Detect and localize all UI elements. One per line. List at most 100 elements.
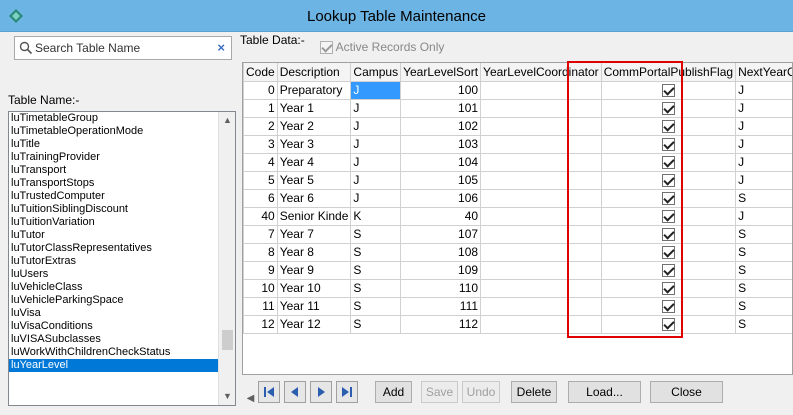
row-selector[interactable] <box>243 171 244 190</box>
publish-flag-checkbox[interactable] <box>661 300 675 314</box>
cell-commportalpublishflag[interactable] <box>601 99 737 118</box>
cell-commportalpublishflag[interactable] <box>601 135 737 154</box>
cell-yearlevelsort[interactable]: 105 <box>400 171 482 190</box>
cell-code[interactable]: 11 <box>243 297 278 316</box>
cell-yearlevelcoordinator[interactable] <box>480 261 602 280</box>
cell-description[interactable]: Year 6 <box>277 189 352 208</box>
cell-campus[interactable]: S <box>350 261 402 280</box>
cell-code[interactable]: 9 <box>243 261 278 280</box>
cell-yearlevelsort[interactable]: 106 <box>400 189 482 208</box>
cell-description[interactable]: Year 10 <box>277 279 352 298</box>
cell-code[interactable]: 4 <box>243 153 278 172</box>
cell-code[interactable]: 0 <box>243 81 278 100</box>
delete-button[interactable]: Delete <box>511 381 557 403</box>
scroll-left-icon[interactable]: ◀ <box>242 391 259 406</box>
cell-nextyearcampusmale[interactable]: J <box>735 117 792 136</box>
cell-description[interactable]: Year 5 <box>277 171 352 190</box>
cell-code[interactable]: 6 <box>243 189 278 208</box>
cell-nextyearcampusmale[interactable]: J <box>735 81 792 100</box>
row-selector[interactable] <box>243 189 244 208</box>
clear-search-icon[interactable]: × <box>217 40 225 55</box>
publish-flag-checkbox[interactable] <box>661 228 675 242</box>
cell-yearlevelcoordinator[interactable] <box>480 297 602 316</box>
cell-yearlevelcoordinator[interactable] <box>480 315 602 334</box>
table-name-item[interactable]: luUsers <box>9 268 220 281</box>
cell-description[interactable]: Year 7 <box>277 225 352 244</box>
cell-commportalpublishflag[interactable] <box>601 261 737 280</box>
table-name-item[interactable]: luTimetableOperationMode <box>9 125 220 138</box>
cell-yearlevelsort[interactable]: 102 <box>400 117 482 136</box>
grid-row[interactable]: 9 Year 9 S 109 S <box>243 261 792 280</box>
cell-commportalpublishflag[interactable] <box>601 225 737 244</box>
column-header-yearlevelsort[interactable]: YearLevelSort <box>400 63 482 82</box>
cell-yearlevelcoordinator[interactable] <box>480 171 602 190</box>
close-button[interactable]: Close <box>650 381 723 403</box>
first-record-button[interactable] <box>258 381 280 403</box>
column-header-description[interactable]: Description <box>277 63 352 82</box>
cell-nextyearcampusmale[interactable]: S <box>735 279 792 298</box>
cell-code[interactable]: 3 <box>243 135 278 154</box>
grid-row[interactable]: 40 Senior Kinde K 40 J <box>243 207 792 226</box>
scroll-up-icon[interactable]: ▲ <box>219 112 235 129</box>
cell-nextyearcampusmale[interactable]: J <box>735 171 792 190</box>
cell-nextyearcampusmale[interactable]: J <box>735 135 792 154</box>
search-input[interactable] <box>35 40 215 56</box>
row-selector[interactable] <box>243 297 244 316</box>
grid-row[interactable]: 0 Preparatory J 100 J <box>243 81 792 100</box>
cell-campus[interactable]: J <box>350 189 402 208</box>
cell-description[interactable]: Year 3 <box>277 135 352 154</box>
cell-nextyearcampusmale[interactable]: S <box>735 189 792 208</box>
cell-description[interactable]: Year 1 <box>277 99 352 118</box>
column-header-campus[interactable]: Campus <box>350 63 402 82</box>
table-name-item[interactable]: luWorkWithChildrenCheckStatus <box>9 346 220 359</box>
table-name-item[interactable]: luTuitionSiblingDiscount <box>9 203 220 216</box>
cell-yearlevelcoordinator[interactable] <box>480 189 602 208</box>
table-name-item[interactable]: luVisa <box>9 307 220 320</box>
publish-flag-checkbox[interactable] <box>661 138 675 152</box>
cell-yearlevelsort[interactable]: 101 <box>400 99 482 118</box>
cell-yearlevelcoordinator[interactable] <box>480 81 602 100</box>
grid-row[interactable]: 11 Year 11 S 111 S <box>243 297 792 316</box>
row-selector[interactable] <box>243 261 244 280</box>
last-record-button[interactable] <box>336 381 358 403</box>
grid-row[interactable]: 8 Year 8 S 108 S <box>243 243 792 262</box>
scroll-thumb[interactable] <box>222 330 233 350</box>
cell-campus[interactable]: J <box>350 135 402 154</box>
cell-yearlevelcoordinator[interactable] <box>480 207 602 226</box>
cell-campus[interactable]: S <box>350 297 402 316</box>
grid-row[interactable]: 7 Year 7 S 107 S <box>243 225 792 244</box>
cell-yearlevelcoordinator[interactable] <box>480 135 602 154</box>
cell-yearlevelcoordinator[interactable] <box>480 279 602 298</box>
active-records-toggle[interactable]: Active Records Only <box>320 40 444 55</box>
cell-code[interactable]: 10 <box>243 279 278 298</box>
add-button[interactable]: Add <box>375 381 412 403</box>
cell-description[interactable]: Year 11 <box>277 297 352 316</box>
column-header-code[interactable]: Code <box>243 63 278 82</box>
cell-description[interactable]: Senior Kinde <box>277 207 352 226</box>
previous-record-button[interactable] <box>284 381 306 403</box>
cell-commportalpublishflag[interactable] <box>601 279 737 298</box>
table-name-item[interactable]: luTitle <box>9 138 220 151</box>
cell-code[interactable]: 40 <box>243 207 278 226</box>
publish-flag-checkbox[interactable] <box>661 192 675 206</box>
column-header-nextyearcampusmale[interactable]: NextYearCampusMale <box>735 63 792 82</box>
data-grid[interactable]: Code Description Campus YearLevelSort Ye… <box>242 62 793 375</box>
row-selector[interactable] <box>243 117 244 136</box>
cell-yearlevelcoordinator[interactable] <box>480 153 602 172</box>
cell-campus[interactable]: J <box>350 81 402 100</box>
row-selector[interactable] <box>243 243 244 262</box>
cell-campus[interactable]: S <box>350 243 402 262</box>
grid-row[interactable]: 12 Year 12 S 112 S <box>243 315 792 334</box>
publish-flag-checkbox[interactable] <box>661 156 675 170</box>
cell-description[interactable]: Year 4 <box>277 153 352 172</box>
column-header-yearlevelcoordinator[interactable]: YearLevelCoordinator <box>480 63 602 82</box>
next-record-button[interactable] <box>310 381 332 403</box>
cell-yearlevelsort[interactable]: 104 <box>400 153 482 172</box>
table-name-item[interactable]: luTrustedComputer <box>9 190 220 203</box>
cell-yearlevelsort[interactable]: 100 <box>400 81 482 100</box>
publish-flag-checkbox[interactable] <box>661 102 675 116</box>
table-name-item[interactable]: luTransportStops <box>9 177 220 190</box>
search-box[interactable]: × <box>14 36 232 60</box>
cell-description[interactable]: Year 9 <box>277 261 352 280</box>
publish-flag-checkbox[interactable] <box>661 282 675 296</box>
